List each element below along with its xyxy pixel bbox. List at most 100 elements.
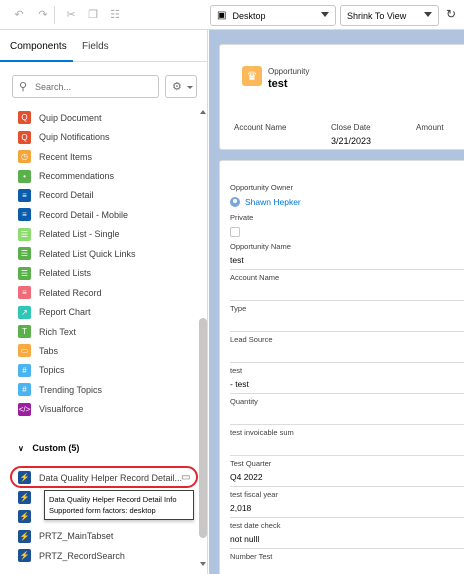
lightning-icon: ⚡ <box>18 549 31 563</box>
highlight-label: Amount <box>416 123 444 132</box>
name-field: Opportunity Name test <box>230 242 464 270</box>
tab-fields[interactable]: Fields <box>82 41 109 52</box>
monitor-icon: ▭ <box>181 472 191 483</box>
account-field: Account Name <box>230 273 464 301</box>
clock-icon: ◷ <box>18 150 31 164</box>
tab-components[interactable]: Components <box>10 41 67 52</box>
quarter-field: Test Quarter Q4 2022 <box>230 459 464 487</box>
toolbar-divider <box>54 6 55 24</box>
component-label: Topics <box>39 365 65 376</box>
highlight-annotation <box>10 466 198 488</box>
avatar: ☻ <box>230 197 240 207</box>
view-select[interactable]: Shrink To View <box>340 5 439 26</box>
scroll-down-icon[interactable] <box>200 562 206 566</box>
search-icon: ⚲ <box>19 81 28 93</box>
text-icon: T <box>18 325 31 339</box>
component-label: Record Detail <box>39 190 94 201</box>
copy-icon[interactable]: ❐ <box>86 8 100 22</box>
component-item[interactable]: </> Visualforce <box>18 400 198 419</box>
custom-component-item[interactable]: ⚡ PRTZ_RecordSearch <box>18 546 198 566</box>
invoicable-sum-field: test invoicable sum <box>230 428 464 456</box>
number-test-field: Number Test <box>230 552 464 561</box>
code-icon: </> <box>18 402 31 416</box>
custom-section-header[interactable]: ∨ Custom (5) <box>18 443 79 453</box>
component-item[interactable]: ≡ Record Detail <box>18 186 198 205</box>
list-icon: ☰ <box>18 227 31 241</box>
fiscal-year-field: test fiscal year 2,018 <box>230 490 464 518</box>
component-label: Recent Items <box>39 151 93 162</box>
field-value: - test <box>230 379 249 389</box>
component-item[interactable]: Q Quip Document <box>18 108 198 127</box>
record-icon: ≡ <box>18 188 31 202</box>
component-label: PRTZ_MainTabset <box>39 531 114 542</box>
lightning-icon: ⚡ <box>18 510 31 524</box>
record-icon: ≡ <box>18 286 31 300</box>
component-label: Quip Notifications <box>39 132 110 143</box>
refresh-icon[interactable]: ↻ <box>446 7 456 21</box>
search-input[interactable]: ⚲ Search... <box>12 75 159 98</box>
component-item[interactable]: ◷ Recent Items <box>18 147 198 166</box>
view-select-value: Shrink To View <box>347 10 407 21</box>
record-header-card[interactable]: ♛ Opportunity test Account Name Close Da… <box>219 44 464 150</box>
component-item[interactable]: Q Quip Notifications <box>18 127 198 146</box>
tooltip-title: Data Quality Helper Record Detail Info <box>49 495 177 504</box>
component-label: Quip Document <box>39 112 102 123</box>
gear-icon: ⚙ <box>172 81 182 93</box>
field-label: Lead Source <box>230 335 273 344</box>
field-label: Opportunity Owner <box>230 183 293 192</box>
record-detail-card[interactable]: Opportunity Owner ☻ Shawn Hepker Private… <box>219 160 464 574</box>
search-placeholder: Search... <box>35 82 72 92</box>
component-item[interactable]: ▭ Tabs <box>18 341 198 360</box>
undo-icon[interactable]: ↶ <box>12 8 26 22</box>
quip-icon: Q <box>18 111 31 125</box>
component-label: Visualforce <box>39 404 84 415</box>
scrollbar[interactable] <box>199 110 207 570</box>
component-item[interactable]: ☰ Related List - Single <box>18 225 198 244</box>
list-icon: ☰ <box>18 266 31 280</box>
component-label: Related Record <box>39 287 102 298</box>
lightning-icon: ⚡ <box>18 529 31 543</box>
hash-icon: # <box>18 383 31 397</box>
panel-tabs: Components Fields <box>0 30 208 62</box>
owner-field: Opportunity Owner ☻ Shawn Hepker <box>230 183 464 207</box>
component-item[interactable]: ≡ Record Detail - Mobile <box>18 205 198 224</box>
lead-source-field: Lead Source <box>230 335 464 363</box>
owner-link[interactable]: Shawn Hepker <box>245 197 301 207</box>
field-label: test date check <box>230 521 281 530</box>
test-field: test - test <box>230 366 464 394</box>
private-field: Private <box>230 213 464 237</box>
field-value: not nulll <box>230 534 260 544</box>
component-label: Report Chart <box>39 307 91 318</box>
scroll-thumb[interactable] <box>199 318 207 538</box>
component-label: Trending Topics <box>39 384 103 395</box>
redo-icon[interactable]: ↷ <box>36 8 50 22</box>
component-label: Rich Text <box>39 326 76 337</box>
chevron-down-icon <box>424 12 432 17</box>
field-value: test <box>230 255 244 265</box>
component-item[interactable]: # Trending Topics <box>18 380 198 399</box>
quantity-field: Quantity <box>230 397 464 425</box>
field-label: Opportunity Name <box>230 242 291 251</box>
quip-icon: Q <box>18 130 31 144</box>
component-label: PRTZ_RecordSearch <box>39 550 125 561</box>
component-item[interactable]: ≡ Related Record <box>18 283 198 302</box>
tooltip-subtitle: Supported form factors: desktop <box>49 506 156 515</box>
device-select[interactable]: ▣ Desktop <box>210 5 336 26</box>
component-label: Record Detail - Mobile <box>39 209 129 220</box>
chevron-down-icon <box>187 86 193 89</box>
private-checkbox[interactable] <box>230 227 240 237</box>
component-item[interactable]: • Recommendations <box>18 166 198 185</box>
component-item[interactable]: T Rich Text <box>18 322 198 341</box>
component-item[interactable]: ☰ Related List Quick Links <box>18 244 198 263</box>
paste-icon[interactable]: ☷ <box>108 8 122 22</box>
component-item[interactable]: # Topics <box>18 361 198 380</box>
component-item[interactable]: ↗ Report Chart <box>18 302 198 321</box>
custom-component-item[interactable]: ⚡ PRTZ_MainTabset <box>18 527 198 547</box>
settings-menu-button[interactable]: ⚙ <box>165 75 197 98</box>
object-type: Opportunity <box>268 67 310 76</box>
component-item[interactable]: ☰ Related Lists <box>18 264 198 283</box>
cut-icon[interactable]: ✂ <box>64 8 78 22</box>
field-label: Type <box>230 304 247 313</box>
scroll-up-icon[interactable] <box>200 110 206 114</box>
device-select-value: Desktop <box>232 10 266 21</box>
